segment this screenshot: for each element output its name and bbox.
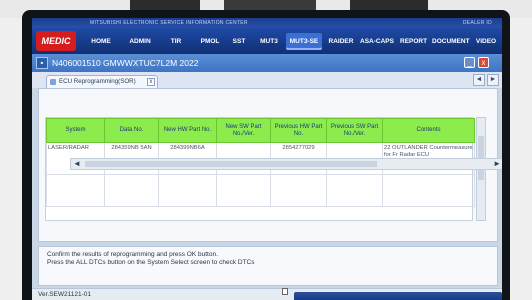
col-header-new-hw: New HW Part No. [158,118,217,143]
screen: MITSUBISHI ELECTRONIC SERVICE INFORMATIO… [32,18,502,300]
horizontal-scrollbar[interactable]: ◄ ► [70,158,502,170]
minimize-button[interactable]: _ [464,57,475,68]
close-button[interactable]: x [478,57,489,68]
window-titlebar: ■ N406001510 GMWWXTUC7L2M 2022 _ x [32,54,502,72]
menu-report[interactable]: REPORT [400,33,427,50]
col-header-new-sw: New SW Part No./Ver. [216,118,271,143]
tab-strip: ECU Reprogramming(SOR) x ◄ ► [32,72,502,88]
menu-mut3-se[interactable]: MUT3-SE [286,33,322,50]
menu-video[interactable]: VIDEO [474,33,498,50]
horizontal-scroll-thumb[interactable] [85,161,377,167]
version-label: Ver.SEW21121-01 [38,291,91,298]
menu-mut3[interactable]: MUT3 [258,33,280,50]
menu-raider[interactable]: RAIDER [326,33,356,50]
header-strip: MITSUBISHI ELECTRONIC SERVICE INFORMATIO… [32,18,502,28]
message-line-1: Confirm the results of reprogramming and… [47,251,218,258]
tab-ecu-reprogramming[interactable]: ECU Reprogramming(SOR) x [46,75,158,88]
col-header-system: System [46,118,105,143]
mouse-cursor-icon [282,288,288,295]
scroll-right-icon[interactable]: ► [493,159,501,169]
menu-document[interactable]: DOCUMENT [432,33,470,50]
col-header-contents: Contents [382,118,475,143]
window-app-icon: ■ [36,57,48,69]
table-row-empty [46,174,475,207]
col-header-prev-sw: Previous SW Part No./Ver. [326,118,383,143]
menu-admin[interactable]: ADMIN [124,33,156,50]
menu-sst[interactable]: SST [230,33,248,50]
tab-label: ECU Reprogramming(SOR) [59,78,136,85]
menu-home[interactable]: HOME [86,33,116,50]
tab-next-arrow[interactable]: ► [487,74,499,86]
medic-logo: MEDIC [36,31,76,51]
col-header-data-no: Data No. [104,118,159,143]
menu-tir[interactable]: TIR [165,33,187,50]
scroll-left-icon[interactable]: ◄ [73,159,81,169]
menu-asa-caps[interactable]: ASA-CAPS [360,33,394,50]
menu-pmol[interactable]: PMOL [198,33,222,50]
table-header-row: System Data No. New HW Part No. New SW P… [46,118,475,143]
header-dealer-id: DEALER ID [462,20,492,26]
bottom-button-bar[interactable] [294,292,502,300]
message-line-2: Press the ALL DTCs button on the System … [47,259,255,266]
tab-close-icon[interactable]: x [147,78,155,86]
message-box: Confirm the results of reprogramming and… [38,246,498,286]
col-header-prev-hw: Previous HW Part No. [270,118,327,143]
main-menubar: MEDIC HOME ADMIN TIR PMOL SST MUT3 MUT3-… [32,28,502,54]
tab-prev-arrow[interactable]: ◄ [473,74,485,86]
header-title: MITSUBISHI ELECTRONIC SERVICE INFORMATIO… [90,20,248,26]
window-title: N406001510 GMWWXTUC7L2M 2022 [52,58,199,68]
tab-document-icon [50,79,56,85]
